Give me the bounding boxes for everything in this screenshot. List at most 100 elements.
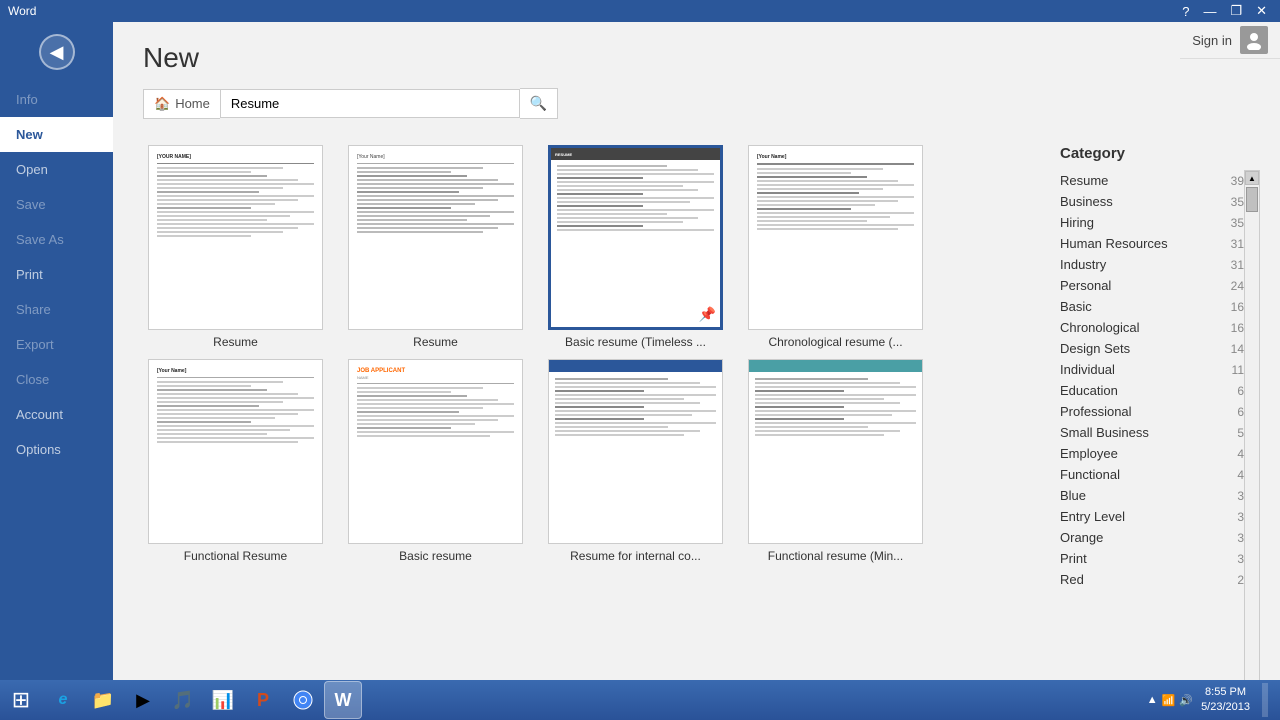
category-title: Category [1060, 145, 1260, 162]
category-item-red[interactable]: Red2 [1060, 569, 1244, 590]
user-avatar [1240, 26, 1268, 54]
sidebar-item-account[interactable]: Account [0, 397, 113, 432]
scroll-thumb[interactable] [1246, 187, 1258, 212]
template-thumbnail: JOB APPLICANT NAME [348, 359, 523, 544]
template-label: Functional Resume [179, 549, 292, 563]
template-item[interactable]: [YOUR NAME] [143, 145, 328, 349]
category-item-hiring[interactable]: Hiring35 [1060, 212, 1244, 233]
taskbar-icon-media[interactable]: ▶ [124, 681, 162, 719]
templates-grid: [YOUR NAME] [143, 145, 1040, 710]
category-item-education[interactable]: Education6 [1060, 380, 1244, 401]
category-item-entry-level[interactable]: Entry Level3 [1060, 506, 1244, 527]
tray-network: 📶 [1162, 694, 1176, 707]
main-header: New 🏠 Home 🔍 [113, 22, 1280, 135]
signin-label[interactable]: Sign in [1192, 33, 1232, 48]
template-thumbnail: [Your Name] [748, 145, 923, 330]
category-item-basic[interactable]: Basic16 [1060, 296, 1244, 317]
sidebar-item-options[interactable]: Options [0, 432, 113, 467]
taskbar-icon-chrome[interactable] [284, 681, 322, 719]
sidebar-item-open[interactable]: Open [0, 152, 113, 187]
template-label: Resume for internal co... [565, 549, 706, 563]
template-item[interactable]: Functional resume (Min... [743, 359, 928, 563]
taskbar-icon-ie[interactable]: e [44, 681, 82, 719]
scroll-up-btn[interactable]: ▲ [1245, 171, 1259, 185]
sidebar-item-export: Export [0, 327, 113, 362]
category-item-orange[interactable]: Orange3 [1060, 527, 1244, 548]
template-item[interactable]: Resume for internal co... [543, 359, 728, 563]
category-item-functional[interactable]: Functional4 [1060, 464, 1244, 485]
category-item-blue[interactable]: Blue3 [1060, 485, 1244, 506]
template-thumbnail [548, 359, 723, 544]
category-item-resume[interactable]: Resume39 [1060, 170, 1244, 191]
template-item[interactable]: [Your Name] [743, 145, 928, 349]
template-item-selected[interactable]: RESUME [543, 145, 728, 349]
category-item-personal[interactable]: Personal24 [1060, 275, 1244, 296]
sidebar-item-saveas: Save As [0, 222, 113, 257]
category-item-individual[interactable]: Individual11 [1060, 359, 1244, 380]
category-scrollbar[interactable]: ▲ ▼ [1244, 170, 1260, 710]
template-thumbnail: [YOUR NAME] [148, 145, 323, 330]
category-item-design-sets[interactable]: Design Sets14 [1060, 338, 1244, 359]
template-thumbnail: RESUME [548, 145, 723, 330]
search-button[interactable]: 🔍 [520, 88, 558, 119]
category-panel: Category Resume39 Business35 Hiring35 Hu… [1060, 145, 1260, 710]
category-item-human-resources[interactable]: Human Resources31 [1060, 233, 1244, 254]
template-item[interactable]: [Your Name] [343, 145, 528, 349]
category-item-small-business[interactable]: Small Business5 [1060, 422, 1244, 443]
category-item-chronological[interactable]: Chronological16 [1060, 317, 1244, 338]
category-item-employee[interactable]: Employee4 [1060, 443, 1244, 464]
sidebar-item-print[interactable]: Print [0, 257, 113, 292]
taskbar-clock: 8:55 PM 5/23/2013 [1201, 685, 1250, 716]
back-area: ◀ [0, 22, 113, 82]
pin-icon: 📌 [699, 306, 716, 323]
page-title: New [143, 42, 1250, 74]
tray-volume[interactable]: 🔊 [1179, 694, 1193, 707]
taskbar-icon-powerpoint[interactable]: P [244, 681, 282, 719]
sidebar-item-info: Info [0, 82, 113, 117]
taskbar-icons: e 📁 ▶ 🎵 📊 P W [44, 681, 362, 719]
taskbar-icon-word[interactable]: W [324, 681, 362, 719]
back-button[interactable]: ◀ [39, 34, 75, 70]
taskbar-icon-explorer[interactable]: 📁 [84, 681, 122, 719]
home-icon: 🏠 [154, 96, 170, 112]
category-item-professional[interactable]: Professional6 [1060, 401, 1244, 422]
category-item-print[interactable]: Print3 [1060, 548, 1244, 569]
template-label: Basic resume [394, 549, 477, 563]
category-item-business[interactable]: Business35 [1060, 191, 1244, 212]
title-bar: Word ? — ❐ ✕ [0, 0, 1280, 22]
taskbar-icon-app1[interactable]: 📊 [204, 681, 242, 719]
restore-btn[interactable]: ❐ [1225, 3, 1247, 19]
template-label: Chronological resume (... [763, 335, 907, 349]
main-area: New 🏠 Home 🔍 [YOUR NAME] [113, 22, 1280, 720]
search-input[interactable] [220, 89, 520, 118]
template-item[interactable]: JOB APPLICANT NAME [343, 359, 528, 563]
clock-date: 5/23/2013 [1201, 700, 1250, 715]
template-item[interactable]: [Your Name] [143, 359, 328, 563]
template-thumbnail: [Your Name] [348, 145, 523, 330]
sys-tray-icons: ▲ 📶 🔊 [1147, 694, 1193, 707]
start-button[interactable]: ⊞ [4, 683, 38, 717]
taskbar: ⊞ e 📁 ▶ 🎵 📊 P W ▲ 📶 🔊 8:55 PM 5/23/2013 [0, 680, 1280, 720]
content-area: [YOUR NAME] [113, 135, 1280, 720]
template-label: Resume [408, 335, 463, 349]
taskbar-icon-music[interactable]: 🎵 [164, 681, 202, 719]
sidebar-nav: Info New Open Save Save As Print Share E… [0, 82, 113, 467]
app-title: Word [8, 4, 36, 18]
help-btn[interactable]: ? [1177, 3, 1194, 19]
template-label: Basic resume (Timeless ... [560, 335, 711, 349]
template-thumbnail [748, 359, 923, 544]
minimize-btn[interactable]: — [1198, 3, 1221, 19]
category-list: Resume39 Business35 Hiring35 Human Resou… [1060, 170, 1244, 710]
close-btn[interactable]: ✕ [1251, 3, 1272, 19]
taskbar-right: ▲ 📶 🔊 8:55 PM 5/23/2013 [1147, 683, 1276, 717]
category-item-industry[interactable]: Industry31 [1060, 254, 1244, 275]
tray-arrow[interactable]: ▲ [1147, 694, 1158, 706]
home-button[interactable]: 🏠 Home [143, 89, 220, 119]
sidebar: ◀ Info New Open Save Save As Print Share… [0, 22, 113, 720]
sidebar-item-close: Close [0, 362, 113, 397]
clock-time: 8:55 PM [1201, 685, 1250, 700]
sidebar-item-new[interactable]: New [0, 117, 113, 152]
template-thumbnail: [Your Name] [148, 359, 323, 544]
sidebar-item-save: Save [0, 187, 113, 222]
show-desktop-btn[interactable] [1262, 683, 1268, 717]
